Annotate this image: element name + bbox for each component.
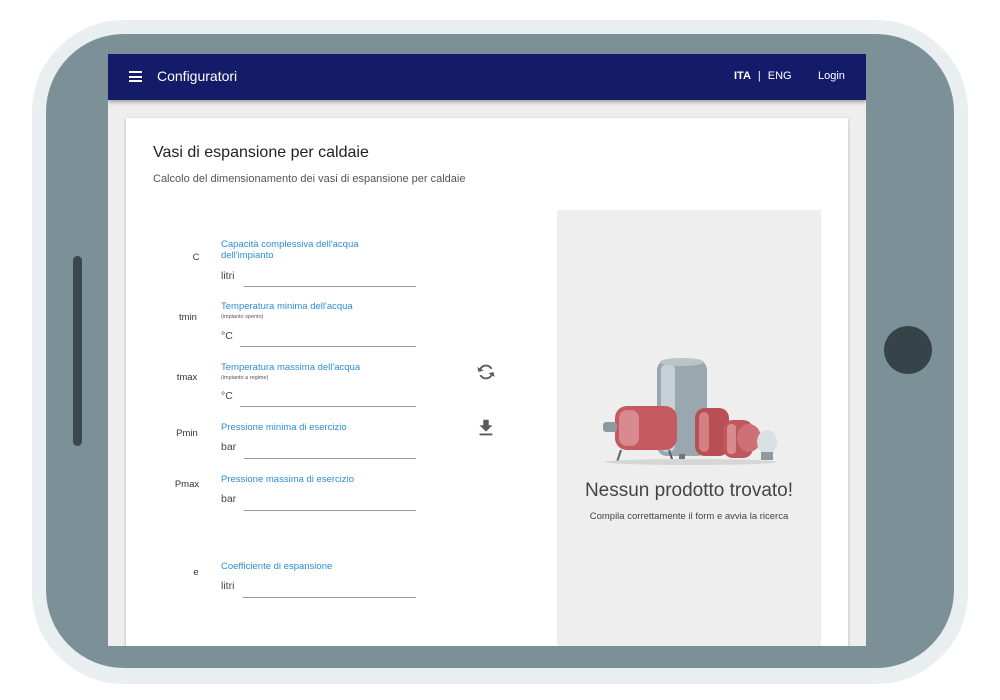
tablet-home-button: [884, 326, 932, 374]
menu-icon[interactable]: [129, 71, 142, 83]
field-unit: °C: [221, 330, 233, 342]
field-label: Capacità complessiva dell'acqua dell'imp…: [221, 239, 359, 261]
field-label: Coefficiente di espansione: [221, 561, 333, 572]
refresh-button[interactable]: [475, 361, 497, 383]
empty-result-title: Nessun prodotto trovato!: [584, 480, 794, 501]
field-unit: °C: [221, 390, 233, 402]
field-unit: bar: [221, 493, 237, 505]
tablet-side-slot: [73, 256, 82, 446]
expansion-vessels-image: [603, 358, 777, 465]
login-link[interactable]: Login: [818, 70, 845, 82]
language-switch: ITA | ENG: [734, 70, 792, 82]
field-label: Pressione massima di esercizio: [221, 474, 355, 485]
tmax-input[interactable]: [240, 406, 416, 407]
field-symbol: C: [192, 252, 200, 263]
field-symbol: tmin: [179, 312, 197, 323]
result-panel: Nessun prodotto trovato! Compila corrett…: [557, 210, 821, 646]
pmax-input[interactable]: [244, 510, 416, 511]
app-title: Configuratori: [157, 68, 238, 84]
tmin-input[interactable]: [240, 346, 416, 347]
page-subtitle: Calcolo del dimensionamento dei vasi di …: [153, 173, 466, 185]
app-bar: Configuratori ITA | ENG Login: [108, 54, 866, 100]
capacity-input[interactable]: [244, 286, 416, 287]
field-label: Pressione minima di esercizio: [221, 422, 347, 433]
download-icon: [479, 419, 493, 436]
field-unit: bar: [221, 441, 237, 453]
lang-ita[interactable]: ITA: [734, 70, 751, 82]
field-label: Temperatura massima dell'acqua (impianto …: [221, 362, 361, 381]
field-label: Temperatura minima dell'acqua (impianto s…: [221, 301, 353, 320]
field-symbol: Pmax: [174, 479, 200, 490]
configurator-card: Vasi di espansione per caldaie Calcolo d…: [126, 118, 848, 646]
empty-result-hint: Compila correttamente il form e avvia la…: [589, 511, 789, 522]
field-unit: litri: [221, 580, 235, 592]
field-symbol: e: [193, 567, 199, 578]
field-symbol: Pmin: [176, 428, 198, 439]
field-symbol: tmax: [176, 372, 198, 383]
expansion-coefficient-input[interactable]: [243, 597, 416, 598]
pmin-input[interactable]: [244, 458, 416, 459]
refresh-icon: [477, 364, 495, 380]
lang-eng[interactable]: ENG: [768, 70, 792, 82]
download-button[interactable]: [475, 417, 497, 439]
lang-separator: |: [757, 70, 761, 82]
page-title: Vasi di espansione per caldaie: [153, 144, 369, 161]
app-screen: Configuratori ITA | ENG Login Vasi di espa…: [108, 54, 866, 646]
field-unit: litri: [221, 270, 235, 282]
